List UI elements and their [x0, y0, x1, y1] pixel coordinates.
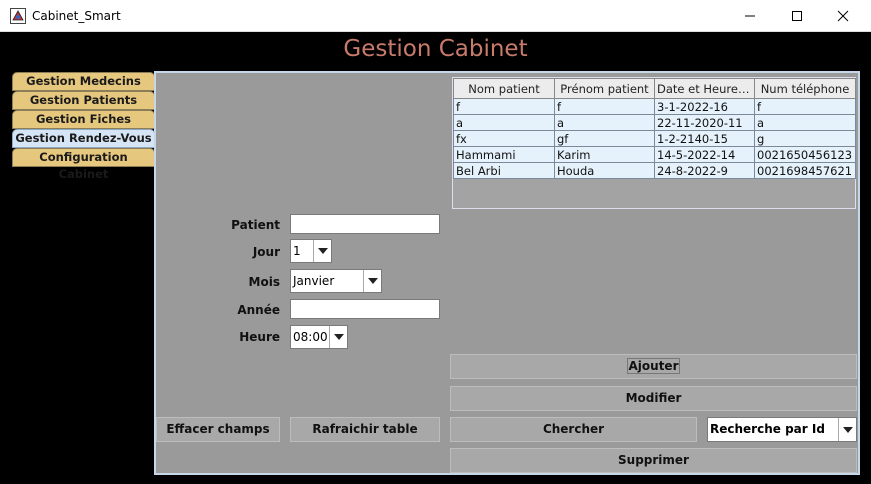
- annee-field[interactable]: [290, 299, 440, 319]
- chevron-down-icon[interactable]: [329, 326, 347, 348]
- tab-configuration-cabinet[interactable]: Configuration Cabinet: [12, 148, 155, 181]
- ajouter-button-label: Ajouter: [626, 358, 681, 374]
- column-header[interactable]: Num téléphone: [754, 78, 856, 99]
- table-row[interactable]: Bel Arbi Houda 24-8-2022-9 0021698457621: [453, 162, 856, 179]
- heure-label: Heure: [239, 330, 280, 344]
- table-cell: 3-1-2022-16: [654, 98, 755, 115]
- appointments-table[interactable]: Nom patient Prénom patient Date et Heure…: [453, 78, 856, 179]
- table-cell: a: [453, 114, 555, 131]
- table-cell: fx: [453, 130, 555, 147]
- table-cell: f: [554, 98, 655, 115]
- close-button[interactable]: [820, 0, 866, 32]
- table-cell: a: [554, 114, 655, 131]
- tab-gestion-medecins[interactable]: Gestion Medecins: [12, 72, 155, 91]
- table-cell: Hammami: [453, 146, 555, 163]
- table-cell: 0021650456123: [754, 146, 856, 163]
- close-icon: [837, 10, 849, 22]
- patient-field[interactable]: [290, 214, 440, 234]
- maximize-button[interactable]: [774, 0, 820, 32]
- table-cell: gf: [554, 130, 655, 147]
- table-cell: Karim: [554, 146, 655, 163]
- table-cell: 14-5-2022-14: [654, 146, 755, 163]
- app-window: Cabinet_Smart Gestion Cabinet Gestion Me…: [0, 0, 871, 484]
- jour-value: 1: [293, 244, 301, 258]
- table-cell: g: [754, 130, 856, 147]
- annee-label: Année: [237, 303, 280, 317]
- jour-label: Jour: [252, 245, 280, 259]
- table-cell: 24-8-2022-9: [654, 162, 755, 179]
- table-cell: Houda: [554, 162, 655, 179]
- page-heading: Gestion Cabinet: [343, 36, 528, 62]
- table-cell: Bel Arbi: [453, 162, 555, 179]
- jour-select[interactable]: 1: [290, 239, 332, 263]
- table-cell: 0021698457621: [754, 162, 856, 179]
- table-row[interactable]: Hammami Karim 14-5-2022-14 0021650456123: [453, 146, 856, 163]
- table-cell: f: [453, 98, 555, 115]
- table-row[interactable]: a a 22-11-2020-11 a: [453, 114, 856, 131]
- table-row[interactable]: fx gf 1-2-2140-15 g: [453, 130, 856, 147]
- table-row[interactable]: f f 3-1-2022-16 f: [453, 98, 856, 115]
- title-bar: Cabinet_Smart: [0, 0, 871, 32]
- window-title: Cabinet_Smart: [32, 9, 121, 23]
- tab-gestion-patients[interactable]: Gestion Patients: [12, 91, 155, 110]
- modifier-button[interactable]: Modifier: [450, 386, 857, 411]
- java-app-icon: [10, 8, 26, 24]
- appointments-table-scroll[interactable]: Nom patient Prénom patient Date et Heure…: [452, 77, 856, 209]
- supprimer-button[interactable]: Supprimer: [450, 448, 857, 473]
- column-header[interactable]: Date et Heure pr...: [654, 78, 755, 99]
- table-cell: a: [754, 114, 856, 131]
- chevron-down-icon[interactable]: [313, 240, 331, 262]
- effacer-champs-button[interactable]: Effacer champs: [156, 417, 280, 442]
- tab-strip: Gestion Medecins Gestion Patients Gestio…: [12, 72, 155, 181]
- tab-gestion-rendez-vous[interactable]: Gestion Rendez-Vous: [12, 129, 155, 148]
- maximize-icon: [792, 11, 802, 21]
- ajouter-button[interactable]: Ajouter: [450, 354, 857, 379]
- mois-label: Mois: [248, 275, 280, 289]
- minimize-button[interactable]: [727, 0, 773, 32]
- search-mode-select[interactable]: Recherche par Id: [707, 417, 857, 442]
- minimize-icon: [745, 15, 755, 17]
- column-header[interactable]: Prénom patient: [554, 78, 655, 99]
- heure-value: 08:00: [293, 330, 328, 344]
- rendez-vous-panel: Nom patient Prénom patient Date et Heure…: [154, 71, 860, 475]
- search-mode-value: Recherche par Id: [710, 422, 825, 436]
- table-cell: 22-11-2020-11: [654, 114, 755, 131]
- tab-gestion-fiches[interactable]: Gestion Fiches: [12, 110, 155, 129]
- chevron-down-icon[interactable]: [838, 418, 856, 441]
- mois-value: Janvier: [293, 274, 335, 288]
- table-header-row: Nom patient Prénom patient Date et Heure…: [453, 78, 856, 99]
- patient-label: Patient: [231, 218, 280, 232]
- rafraichir-table-button[interactable]: Rafraichir table: [290, 417, 440, 442]
- table-cell: 1-2-2140-15: [654, 130, 755, 147]
- chevron-down-icon[interactable]: [363, 270, 381, 292]
- chercher-button[interactable]: Chercher: [450, 417, 697, 442]
- mois-select[interactable]: Janvier: [290, 269, 382, 293]
- heure-select[interactable]: 08:00: [290, 325, 348, 349]
- column-header[interactable]: Nom patient: [453, 78, 555, 99]
- table-cell: f: [754, 98, 856, 115]
